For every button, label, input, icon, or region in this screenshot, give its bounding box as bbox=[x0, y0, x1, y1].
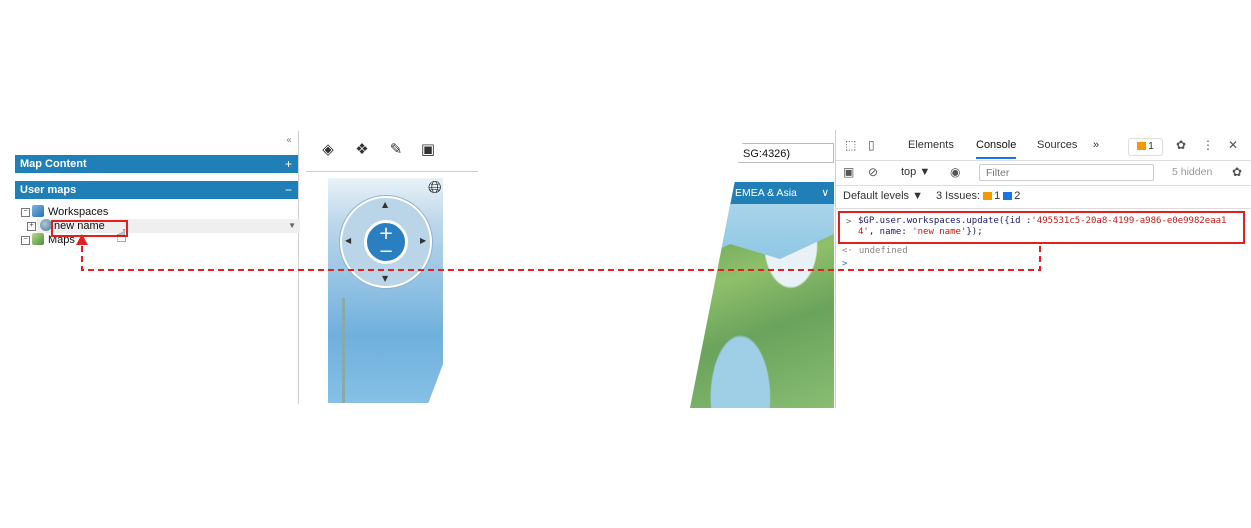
user-maps-title: User maps bbox=[20, 184, 77, 196]
eye-icon[interactable]: ◉ bbox=[950, 165, 960, 179]
map-view[interactable]: ▲ ▼ ◀ ▶ + − 🌐︎ bbox=[306, 172, 478, 404]
zoom-slider[interactable] bbox=[342, 298, 345, 403]
issues-badge-count: 1 bbox=[1148, 141, 1154, 152]
warning-icon bbox=[983, 192, 993, 201]
map-content-header[interactable]: Map Content + bbox=[15, 155, 298, 173]
chevron-down-icon[interactable]: ▼ bbox=[288, 219, 296, 233]
default-levels-dropdown[interactable]: Default levels ▼ bbox=[843, 190, 923, 202]
issues-warn-count: 1 bbox=[994, 190, 1001, 202]
devtools-screenshot: SG:4326) EMEA & Asia ∨ ⬚ ▯ Elements Cons… bbox=[690, 130, 1251, 408]
tree-collapse-icon[interactable]: − bbox=[21, 208, 30, 217]
map-strip: SG:4326) EMEA & Asia ∨ bbox=[690, 130, 834, 408]
edit-pen-icon[interactable]: ✎ bbox=[388, 141, 404, 157]
collapse-icon[interactable]: − bbox=[285, 181, 292, 199]
context-selector[interactable]: top ▼ bbox=[901, 166, 930, 178]
prompt-chevron-icon: > bbox=[846, 217, 852, 227]
expand-icon[interactable]: + bbox=[285, 155, 292, 173]
zoom-out-button[interactable]: − bbox=[367, 243, 405, 261]
console-result: <· undefined bbox=[842, 246, 908, 256]
console-output[interactable]: > $GP.user.workspaces.update({id :'49553… bbox=[836, 209, 1251, 408]
collapse-sidebar-icon[interactable]: « bbox=[286, 135, 292, 146]
region-label: EMEA & Asia bbox=[735, 187, 797, 199]
close-icon[interactable]: ✕ bbox=[1228, 138, 1238, 152]
console-command: $GP.user.workspaces.update({id :'495531c… bbox=[858, 216, 1242, 238]
map-content-title: Map Content bbox=[20, 158, 87, 170]
devtools-panel: ⬚ ▯ Elements Console Sources » 1 ✿ ⋮ ✕ ▣… bbox=[835, 130, 1251, 408]
map-app-screenshot: « Map Content + User maps − − Workspaces… bbox=[8, 131, 478, 404]
issues-summary[interactable]: 3 Issues: 1 2 bbox=[936, 190, 1020, 202]
warning-icon bbox=[1137, 142, 1147, 151]
levels-bar: Default levels ▼ 3 Issues: 1 2 bbox=[836, 186, 1251, 209]
maps-icon bbox=[32, 233, 44, 245]
pan-up-icon[interactable]: ▲ bbox=[382, 200, 388, 209]
pan-left-icon[interactable]: ◀ bbox=[345, 236, 351, 245]
tab-console[interactable]: Console bbox=[976, 139, 1017, 159]
issues-info-count: 2 bbox=[1014, 190, 1021, 202]
tree-item-workspaces[interactable]: − Workspaces bbox=[17, 205, 300, 219]
return-arrow-icon: <· bbox=[842, 246, 853, 256]
workspaces-icon bbox=[32, 205, 44, 217]
tree-item-label: Workspaces bbox=[48, 206, 109, 218]
result-value: undefined bbox=[858, 246, 908, 256]
info-icon bbox=[1003, 192, 1013, 201]
pan-right-icon[interactable]: ▶ bbox=[420, 236, 426, 245]
layers-icon[interactable]: ◈ bbox=[320, 141, 336, 157]
hand-cursor-icon: ☝ bbox=[116, 226, 127, 247]
filter-input[interactable]: Filter bbox=[979, 164, 1154, 181]
export-icon[interactable]: ▣ bbox=[420, 141, 436, 157]
sidebar-toggle-icon[interactable]: ▣ bbox=[843, 165, 854, 179]
tab-elements[interactable]: Elements bbox=[908, 139, 954, 151]
console-toolbar: ▣ ⊘ top ▼ ◉ Filter 5 hidden ✿ bbox=[836, 161, 1251, 186]
more-tabs-icon[interactable]: » bbox=[1093, 139, 1099, 151]
console-settings-icon[interactable]: ✿ bbox=[1232, 165, 1242, 179]
command-highlight-box: > $GP.user.workspaces.update({id :'49553… bbox=[838, 211, 1245, 244]
sidebar: « Map Content + User maps − − Workspaces… bbox=[8, 131, 300, 404]
zoom-control: + − bbox=[364, 220, 408, 264]
console-input-prompt[interactable]: > bbox=[842, 259, 847, 269]
device-toolbar-icon[interactable]: ▯ bbox=[868, 138, 875, 152]
user-maps-header[interactable]: User maps − bbox=[15, 181, 298, 199]
devtools-tab-bar: ⬚ ▯ Elements Console Sources » 1 ✿ ⋮ ✕ bbox=[836, 130, 1251, 161]
chevron-down-icon: ∨ bbox=[821, 187, 829, 199]
navigation-panel: ▲ ▼ ◀ ▶ + − bbox=[328, 178, 443, 403]
pan-control[interactable]: ▲ ▼ ◀ ▶ + − bbox=[340, 196, 432, 288]
command-prefix: $GP.user.workspaces.update({id : bbox=[858, 216, 1032, 226]
command-suffix: }); bbox=[966, 227, 983, 237]
issues-badge[interactable]: 1 bbox=[1128, 138, 1163, 156]
projection-field[interactable]: SG:4326) bbox=[738, 143, 834, 163]
pan-down-icon[interactable]: ▼ bbox=[382, 274, 388, 283]
tab-sources[interactable]: Sources bbox=[1037, 139, 1077, 151]
tree-collapse-icon[interactable]: − bbox=[21, 236, 30, 245]
issues-summary-label: 3 Issues: bbox=[936, 190, 981, 202]
gear-icon[interactable]: ✿ bbox=[1176, 138, 1186, 152]
tree-expand-icon[interactable]: + bbox=[27, 222, 36, 231]
clear-console-icon[interactable]: ⊘ bbox=[868, 165, 878, 179]
layers-add-icon[interactable]: ❖ bbox=[354, 141, 370, 157]
command-mid: , name: bbox=[868, 227, 913, 237]
globe-icon[interactable]: 🌐︎ bbox=[428, 178, 442, 198]
map-area: ◈ ❖ ✎ ▣ ▲ ▼ ◀ ▶ + − 🌐︎ bbox=[306, 131, 478, 404]
map-toolbar: ◈ ❖ ✎ ▣ bbox=[306, 131, 478, 172]
command-name-string: 'new name' bbox=[912, 227, 967, 237]
inspect-element-icon[interactable]: ⬚ bbox=[845, 138, 856, 152]
more-menu-icon[interactable]: ⋮ bbox=[1202, 138, 1214, 152]
region-selector[interactable]: EMEA & Asia ∨ bbox=[730, 182, 834, 204]
hidden-count: 5 hidden bbox=[1172, 166, 1213, 178]
